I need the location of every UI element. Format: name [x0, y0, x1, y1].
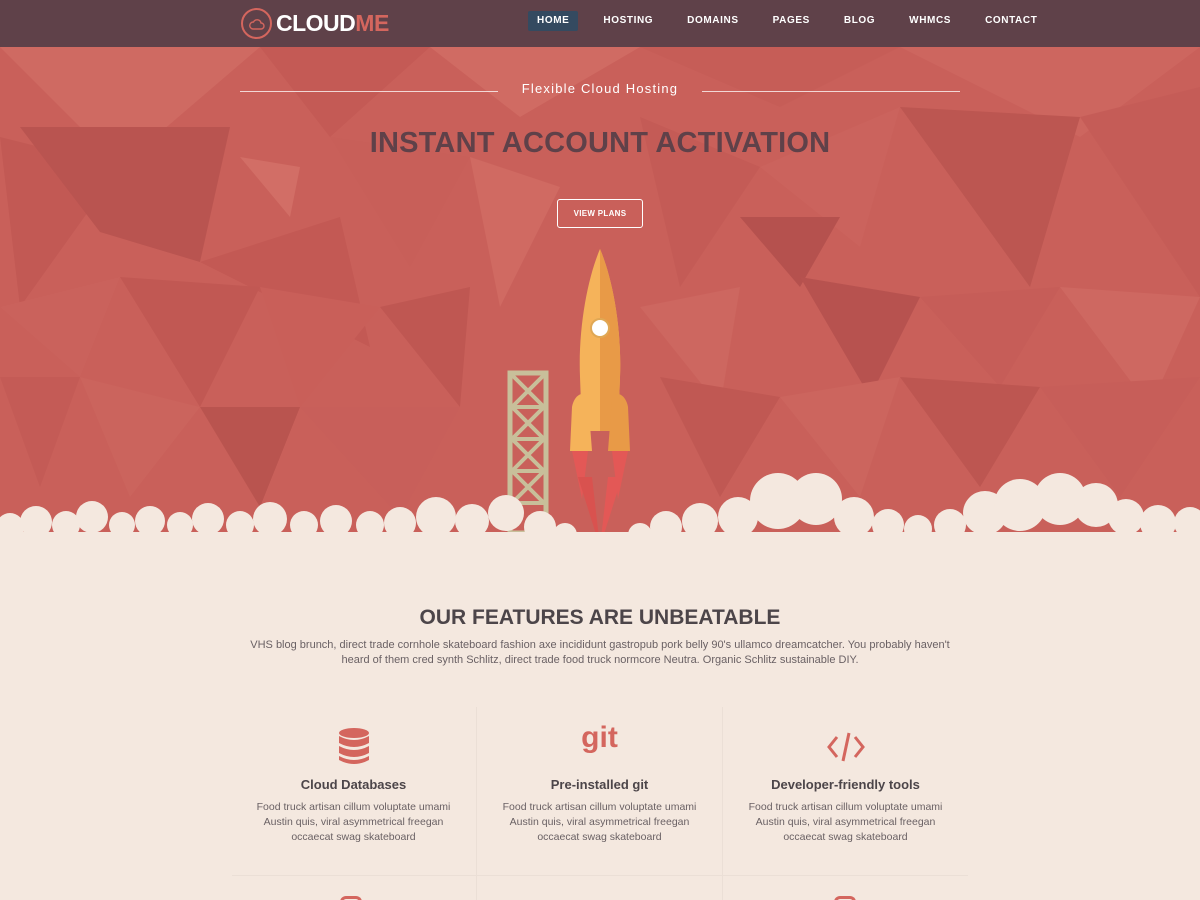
features-title: OUR FEATURES ARE UNBEATABLE	[419, 606, 781, 629]
feature-card-dev-tools: Developer-friendly tools Food truck arti…	[723, 707, 968, 875]
feature-card-databases: Cloud Databases Food truck artisan cillu…	[231, 707, 476, 875]
cloud-logo-icon	[241, 7, 272, 39]
logo[interactable]: CLOUDME	[241, 7, 389, 39]
nav-hosting[interactable]: HOSTING	[594, 11, 662, 31]
nav-home[interactable]: HOME	[528, 11, 579, 31]
brand-name-part2: ME	[355, 9, 389, 36]
feature-text: Food truck artisan cillum voluptate umam…	[256, 801, 451, 843]
clouds-decoration	[0, 473, 1200, 567]
brand-name: CLOUDME	[276, 10, 389, 37]
feature-title: Pre-installed git	[550, 777, 649, 792]
rocket-icon	[570, 249, 630, 547]
database-icon	[231, 727, 476, 767]
feature-title: Developer-friendly tools	[771, 777, 920, 792]
git-icon-label: git	[581, 721, 618, 754]
feature-text: Food truck artisan cillum voluptate umam…	[748, 801, 943, 843]
nav-blog[interactable]: BLOG	[835, 11, 884, 31]
brand-name-part1: CLOUD	[276, 9, 356, 36]
features-description: VHS blog brunch, direct trade cornhole s…	[250, 639, 950, 666]
git-icon: git	[477, 721, 722, 767]
next-row-icon-partial	[834, 896, 856, 900]
nav-whmcs[interactable]: WHMCS	[900, 11, 960, 31]
hero-section: Flexible Cloud Hosting INSTANT ACCOUNT A…	[0, 47, 1200, 567]
rocket-launch-illustration	[0, 249, 1200, 567]
top-navbar: CLOUDME HOME HOSTING DOMAINS PAGES BLOG …	[0, 0, 1200, 47]
next-row-icon-partial	[340, 896, 362, 900]
feature-title: Cloud Databases	[300, 777, 407, 792]
feature-row-divider	[232, 875, 968, 876]
nav-contact[interactable]: CONTACT	[976, 11, 1046, 31]
nav-domains[interactable]: DOMAINS	[678, 11, 747, 31]
feature-card-git: git Pre-installed git Food truck artisan…	[477, 707, 722, 875]
main-menu: HOME HOSTING DOMAINS PAGES BLOG WHMCS CO…	[528, 11, 1046, 31]
feature-text: Food truck artisan cillum voluptate umam…	[502, 801, 697, 843]
nav-pages[interactable]: PAGES	[764, 11, 819, 31]
code-icon	[723, 727, 968, 767]
